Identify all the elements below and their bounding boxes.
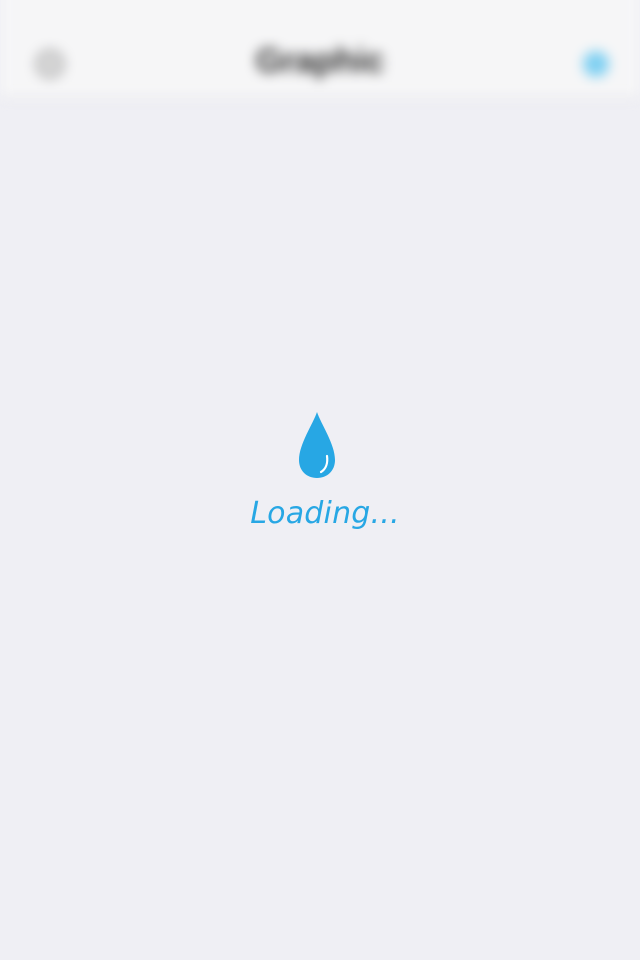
bluetooth-button[interactable]	[578, 46, 614, 82]
loading-indicator: Loading...	[0, 410, 640, 531]
navigation-bar: Graphic	[0, 0, 640, 97]
app-screen: Graphic Loading...	[0, 0, 640, 960]
loading-text: Loading...	[250, 496, 400, 531]
water-drop-icon	[299, 412, 335, 478]
page-title: Graphic	[255, 42, 385, 80]
bluetooth-icon	[583, 51, 609, 77]
